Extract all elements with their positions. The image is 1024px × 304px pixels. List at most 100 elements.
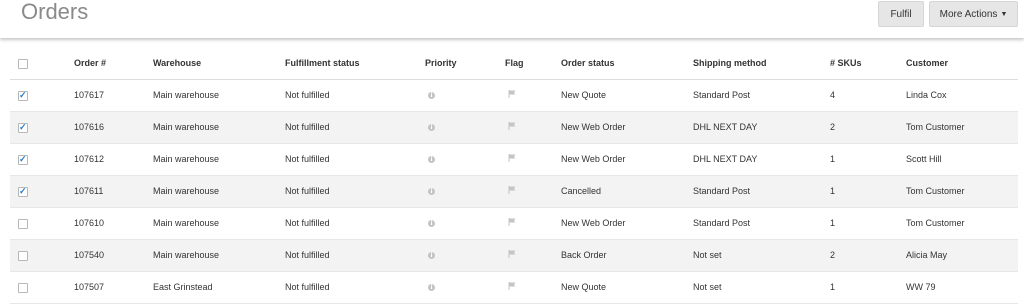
table-row[interactable]: ✓ 107617 Main warehouse Not fulfilled i New Q… <box>10 80 1018 112</box>
sku-count: 4 <box>830 90 836 100</box>
order-number[interactable]: 107617 <box>74 80 104 111</box>
row-select-cell: ✓ <box>18 176 28 207</box>
flag-icon[interactable] <box>508 112 516 143</box>
select-all-checkbox[interactable] <box>18 59 28 69</box>
shipping-method: DHL NEXT DAY <box>693 154 758 164</box>
priority-cell: i <box>425 240 435 271</box>
order-number[interactable]: 107507 <box>74 272 104 303</box>
info-icon[interactable]: i <box>428 188 435 196</box>
flag-icon[interactable] <box>508 80 516 111</box>
shipping-method: Standard Post <box>693 186 751 196</box>
row-select-cell <box>18 240 28 271</box>
priority-cell: i <box>425 144 435 175</box>
customer-name: WW 79 <box>906 282 936 292</box>
order-status: Back Order <box>561 250 607 260</box>
info-icon[interactable]: i <box>428 252 435 260</box>
flag-cell <box>505 208 516 239</box>
fulfillment-status: Not fulfilled <box>285 250 330 260</box>
fulfillment-status: Not fulfilled <box>285 122 330 132</box>
customer-name: Linda Cox <box>906 90 947 100</box>
info-icon[interactable]: i <box>428 92 435 100</box>
order-number[interactable]: 107616 <box>74 112 104 143</box>
order-number[interactable]: 107610 <box>74 208 104 239</box>
fulfillment-status: Not fulfilled <box>285 186 330 196</box>
row-select-cell: ✓ <box>18 80 28 111</box>
row-checkbox[interactable]: ✓ <box>18 154 28 165</box>
order-status: New Quote <box>561 90 607 100</box>
info-icon[interactable]: i <box>428 220 435 228</box>
page-title: Orders <box>21 0 89 24</box>
customer-name: Tom Customer <box>906 218 965 228</box>
row-select-cell <box>18 208 28 239</box>
priority-cell: i <box>425 272 435 303</box>
fulfil-button[interactable]: Fulfil <box>878 1 924 27</box>
shipping-method: DHL NEXT DAY <box>693 122 758 132</box>
info-icon[interactable]: i <box>428 124 435 132</box>
fulfillment-status: Not fulfilled <box>285 218 330 228</box>
table-row[interactable]: 107507 East Grinstead Not fulfilled i New Qu… <box>10 272 1018 304</box>
sku-count: 2 <box>830 250 836 260</box>
column-header-fulfillment[interactable]: Fulfillment status <box>285 48 360 79</box>
table-row[interactable]: ✓ 107611 Main warehouse Not fulfilled i Cance… <box>10 176 1018 208</box>
sku-count: 1 <box>830 218 836 228</box>
flag-icon[interactable] <box>508 176 516 207</box>
priority-cell: i <box>425 80 435 111</box>
order-number[interactable]: 107611 <box>74 176 103 207</box>
row-checkbox[interactable] <box>18 251 28 261</box>
column-header-shipping[interactable]: Shipping method <box>693 48 767 79</box>
table-row[interactable]: ✓ 107612 Main warehouse Not fulfilled i New W… <box>10 144 1018 176</box>
order-status: New Quote <box>561 282 607 292</box>
shipping-method: Standard Post <box>693 218 751 228</box>
shipping-method: Not set <box>693 282 722 292</box>
sku-count: 1 <box>830 186 836 196</box>
row-checkbox[interactable]: ✓ <box>18 122 28 133</box>
column-header-status[interactable]: Order status <box>561 48 615 79</box>
info-icon[interactable]: i <box>428 156 435 164</box>
warehouse: East Grinstead <box>153 282 213 292</box>
order-status: Cancelled <box>561 186 602 196</box>
row-checkbox[interactable]: ✓ <box>18 90 28 101</box>
flag-cell <box>505 112 516 143</box>
column-header-order[interactable]: Order # <box>74 48 106 79</box>
warehouse: Main warehouse <box>153 122 220 132</box>
order-status: New Web Order <box>561 218 626 228</box>
customer-name: Tom Customer <box>906 122 965 132</box>
row-checkbox[interactable] <box>18 219 28 229</box>
flag-cell <box>505 176 516 207</box>
flag-icon[interactable] <box>508 208 516 239</box>
column-header-warehouse[interactable]: Warehouse <box>153 48 201 79</box>
page-header: Orders Fulfil More Actions ▼ <box>0 0 1024 38</box>
flag-cell <box>505 80 516 111</box>
table-row[interactable]: ✓ 107616 Main warehouse Not fulfilled i New W… <box>10 112 1018 144</box>
column-header-customer[interactable]: Customer <box>906 48 948 79</box>
row-select-cell: ✓ <box>18 144 28 175</box>
flag-icon[interactable] <box>508 272 516 303</box>
order-status: New Web Order <box>561 122 626 132</box>
column-header-skus[interactable]: # SKUs <box>830 48 862 79</box>
select-all-cell <box>18 48 28 79</box>
order-number[interactable]: 107612 <box>74 144 104 175</box>
info-icon[interactable]: i <box>428 284 435 292</box>
flag-icon[interactable] <box>508 144 516 175</box>
flag-icon[interactable] <box>508 240 516 271</box>
priority-cell: i <box>425 208 435 239</box>
row-checkbox[interactable] <box>18 283 28 293</box>
more-actions-button[interactable]: More Actions ▼ <box>929 1 1018 27</box>
table-row[interactable]: 107540 Main warehouse Not fulfilled i Back O… <box>10 240 1018 272</box>
column-header-flag[interactable]: Flag <box>505 48 524 79</box>
check-icon: ✓ <box>19 154 27 164</box>
row-checkbox[interactable]: ✓ <box>18 186 28 197</box>
orders-table: Order # Warehouse Fulfillment status Pri… <box>10 48 1018 304</box>
flag-cell <box>505 144 516 175</box>
table-header-row: Order # Warehouse Fulfillment status Pri… <box>10 48 1018 80</box>
sku-count: 2 <box>830 122 836 132</box>
warehouse: Main warehouse <box>153 154 220 164</box>
column-header-priority[interactable]: Priority <box>425 48 457 79</box>
table-row[interactable]: 107610 Main warehouse Not fulfilled i New We… <box>10 208 1018 240</box>
flag-cell <box>505 240 516 271</box>
flag-cell <box>505 272 516 303</box>
order-number[interactable]: 107540 <box>74 240 104 271</box>
check-icon: ✓ <box>19 186 27 196</box>
customer-name: Scott Hill <box>906 154 942 164</box>
row-select-cell: ✓ <box>18 112 28 143</box>
